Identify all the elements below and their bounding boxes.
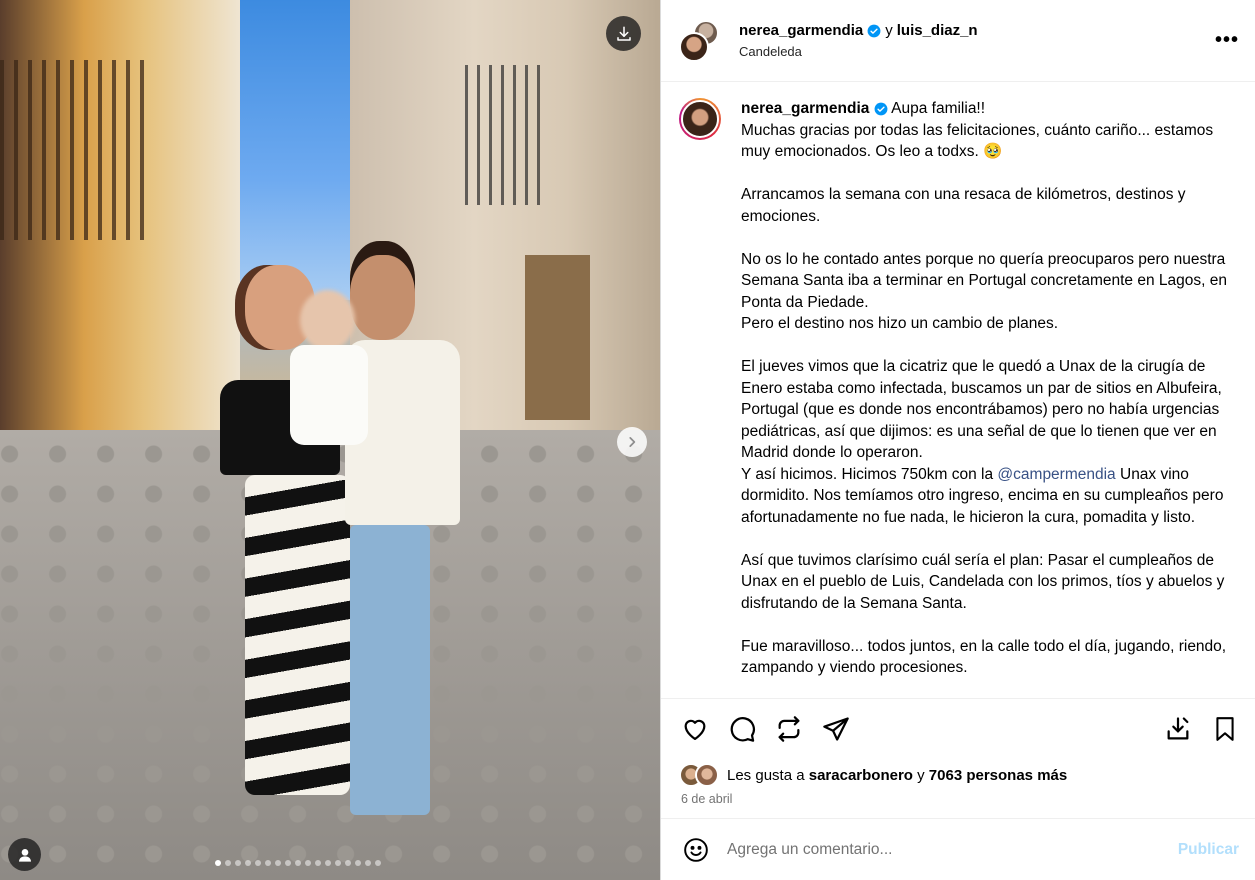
post-author-info: nerea_garmendia y luis_diaz_n Candeleda — [739, 22, 1215, 59]
carousel-dot — [335, 860, 341, 866]
carousel-dot — [295, 860, 301, 866]
carousel-dot — [315, 860, 321, 866]
carousel-dot — [245, 860, 251, 866]
emoji-button[interactable] — [681, 835, 711, 865]
carousel-dot — [365, 860, 371, 866]
carousel-dot — [215, 860, 221, 866]
caption-line: El jueves vimos que la cicatriz que le q… — [741, 358, 1222, 461]
caption-line: Y así hicimos. Hicimos 750km con la @cam… — [741, 464, 1239, 529]
caption-line: No os lo he contado antes porque no quer… — [741, 250, 1227, 311]
caption-text-segment: Y así hicimos. Hicimos 750km con la — [741, 465, 998, 483]
carousel-dot — [325, 860, 331, 866]
caption-line: Pero el destino nos hizo un cambio de pl… — [741, 315, 1059, 332]
avatar — [695, 763, 719, 787]
chevron-right-icon — [629, 437, 636, 447]
location-link[interactable]: Candeleda — [739, 44, 1215, 59]
photo-balcony — [465, 65, 545, 205]
post-dialog: nerea_garmendia y luis_diaz_n Candeleda … — [0, 0, 1255, 880]
likes-summary: Les gusta a saracarbonero y 7063 persona… — [727, 767, 1067, 784]
next-slide-button[interactable] — [617, 427, 647, 457]
comment-bar: Publicar — [661, 818, 1255, 880]
download-tray-icon — [1167, 716, 1189, 739]
photo-door — [525, 255, 590, 420]
carousel-dot — [305, 860, 311, 866]
likes-count-link[interactable]: 7063 personas más — [929, 767, 1067, 784]
caption-lines-tail: Así que tuvimos clarísimo cuál sería el … — [741, 528, 1239, 679]
repost-icon — [778, 715, 800, 742]
user-icon — [18, 848, 31, 862]
download-post-button[interactable] — [1162, 713, 1194, 745]
caption-text: nerea_garmendia Aupa familia!! Muchas gr… — [741, 98, 1239, 698]
share-button[interactable] — [820, 713, 852, 745]
caption-line: Fue maravilloso... todos juntos, en la c… — [741, 637, 1227, 677]
carousel-dots — [215, 860, 381, 866]
collab-connector: y — [885, 22, 893, 39]
avatar — [679, 31, 709, 62]
carousel-dot — [255, 860, 261, 866]
carousel-dot — [355, 860, 361, 866]
caption-lines: Muchas gracias por todas las felicitacio… — [741, 120, 1239, 464]
likes-connector: y — [917, 766, 925, 784]
caption-line: Así que tuvimos clarísimo cuál sería el … — [741, 551, 1225, 612]
heart-icon — [684, 719, 706, 740]
comment-input[interactable] — [727, 840, 1168, 859]
caption-intro: Aupa familia!! — [891, 100, 986, 117]
save-button[interactable] — [1209, 713, 1241, 745]
comment-icon — [730, 716, 755, 742]
caption-username-link[interactable]: nerea_garmendia — [741, 100, 869, 117]
carousel-dot — [275, 860, 281, 866]
likes-prefix: Les gusta a — [727, 766, 805, 784]
photo-baby — [290, 290, 370, 520]
carousel-dot — [375, 860, 381, 866]
more-options-button[interactable]: ••• — [1215, 29, 1239, 52]
repost-button[interactable] — [773, 713, 805, 745]
post-comment-button[interactable]: Publicar — [1178, 841, 1239, 859]
collab-avatars[interactable] — [679, 19, 721, 62]
carousel-dot — [285, 860, 291, 866]
likes-row[interactable]: Les gusta a saracarbonero y 7063 persona… — [661, 758, 1255, 788]
collaborator-username-link[interactable]: luis_diaz_n — [897, 22, 978, 39]
emoji-icon — [684, 837, 708, 862]
verified-badge-icon — [867, 24, 881, 37]
carousel-dot — [265, 860, 271, 866]
download-button[interactable] — [606, 16, 641, 51]
carousel-dot — [345, 860, 351, 866]
post-header: nerea_garmendia y luis_diaz_n Candeleda … — [661, 0, 1255, 82]
post-media[interactable] — [0, 0, 660, 880]
liker-avatars — [679, 763, 723, 787]
comment-button[interactable] — [726, 713, 758, 745]
action-bar — [661, 698, 1255, 758]
like-button[interactable] — [679, 713, 711, 745]
caption-avatar[interactable] — [679, 98, 721, 140]
post-date[interactable]: 6 de abril — [661, 788, 1255, 818]
carousel-dot — [225, 860, 231, 866]
bookmark-icon — [1216, 716, 1234, 741]
verified-badge-icon — [874, 102, 888, 116]
caption-line: Muchas gracias por todas las felicitacio… — [741, 121, 1214, 161]
liker-username-link[interactable]: saracarbonero — [809, 767, 913, 784]
carousel-dot — [235, 860, 241, 866]
tagged-users-button[interactable] — [8, 838, 41, 871]
mention-link[interactable]: @campermendia — [997, 466, 1115, 483]
caption-line: Arrancamos la semana con una resaca de k… — [741, 186, 1186, 225]
send-icon — [823, 716, 849, 741]
author-username-link[interactable]: nerea_garmendia — [739, 22, 863, 39]
caption-area[interactable]: nerea_garmendia Aupa familia!! Muchas gr… — [661, 82, 1255, 698]
download-icon — [616, 26, 631, 41]
post-details-panel: nerea_garmendia y luis_diaz_n Candeleda … — [660, 0, 1255, 880]
photo-building-left — [0, 0, 240, 440]
